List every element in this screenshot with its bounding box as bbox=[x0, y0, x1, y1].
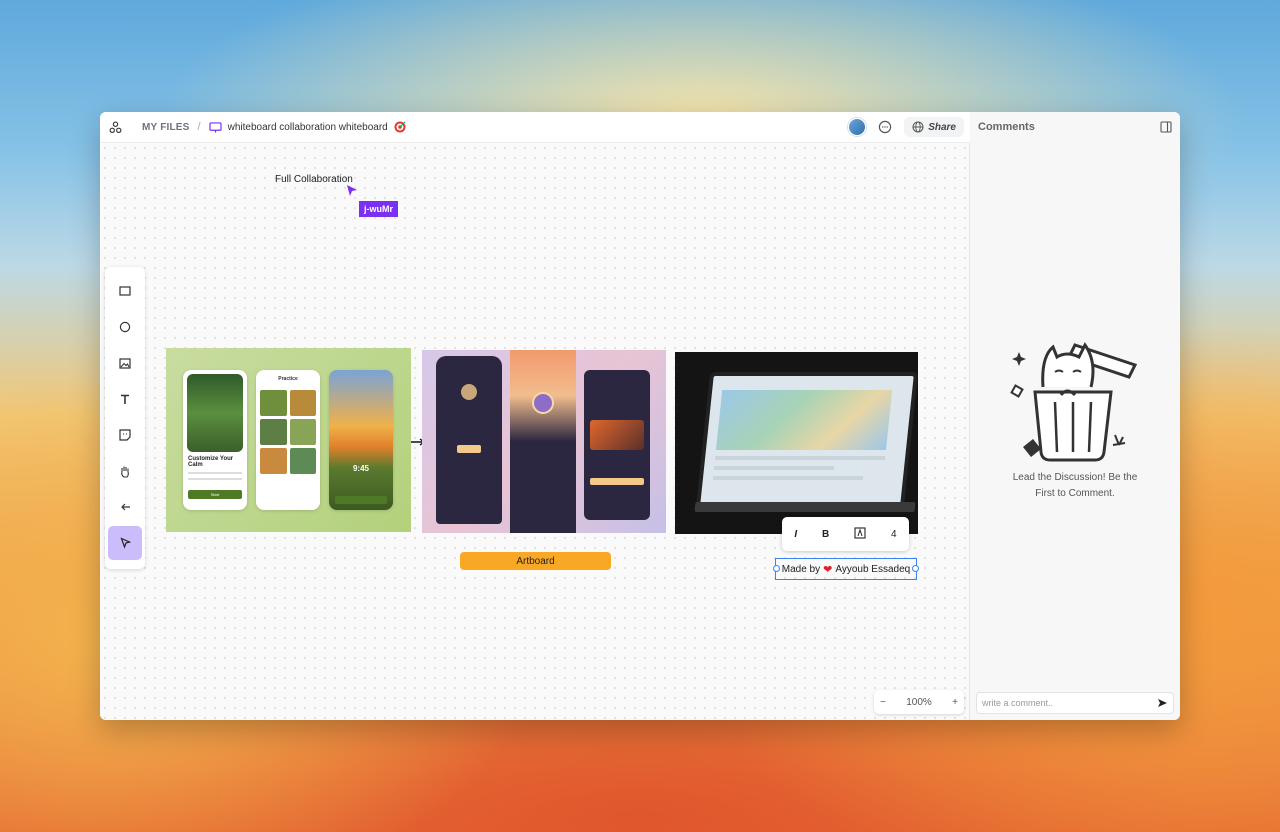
target-icon bbox=[394, 121, 406, 133]
collapse-panel-icon[interactable] bbox=[1160, 121, 1172, 133]
share-label: Share bbox=[928, 121, 956, 133]
drawing-toolbar bbox=[105, 267, 145, 569]
file-name: whiteboard collaboration whiteboard bbox=[227, 121, 388, 133]
mock-phone-2-title: Practice bbox=[278, 376, 298, 382]
whiteboard-canvas[interactable]: Full Collaboration j-wuMr Customize Your… bbox=[100, 143, 970, 720]
cat-in-trashcan-icon bbox=[1010, 342, 1138, 462]
breadcrumb-my-files[interactable]: MY FILES bbox=[142, 122, 190, 133]
zoom-control: − 100% + bbox=[874, 690, 964, 714]
text-style-button[interactable] bbox=[854, 526, 866, 542]
text-icon bbox=[121, 394, 129, 404]
breadcrumb-separator: / bbox=[197, 121, 201, 133]
sticky-note-tool[interactable] bbox=[108, 418, 142, 452]
rectangle-icon bbox=[119, 286, 131, 296]
resize-handle-left[interactable] bbox=[773, 565, 780, 572]
send-icon[interactable] bbox=[1157, 698, 1168, 708]
canvas-text-full-collaboration[interactable]: Full Collaboration bbox=[275, 174, 353, 185]
canvas-image-mobile-app-dark[interactable] bbox=[422, 350, 666, 533]
artboard-label[interactable]: Artboard bbox=[460, 552, 611, 570]
comments-header: Comments bbox=[970, 112, 1180, 142]
comment-input[interactable]: write a comment.. bbox=[976, 692, 1174, 714]
text-format-toolbar: I B 4 bbox=[782, 517, 909, 551]
app-logo-icon[interactable] bbox=[100, 112, 130, 142]
comment-input-placeholder: write a comment.. bbox=[982, 698, 1054, 708]
laptop-screen bbox=[695, 372, 918, 508]
user-avatar[interactable] bbox=[848, 118, 867, 136]
zoom-in-button[interactable]: + bbox=[952, 697, 958, 708]
comments-panel: Comments Lead the Discussion! Be the Fir… bbox=[970, 112, 1180, 720]
breadcrumb-current-file[interactable]: whiteboard collaboration whiteboard bbox=[209, 121, 406, 133]
canvas-image-laptop-map[interactable] bbox=[675, 352, 918, 534]
text-tool[interactable] bbox=[108, 382, 142, 416]
pointer-icon bbox=[119, 537, 131, 549]
font-size-value[interactable]: 4 bbox=[891, 529, 897, 540]
zoom-out-button[interactable]: − bbox=[880, 697, 886, 708]
remote-cursor-label: j-wuMr bbox=[359, 201, 398, 217]
top-bar: MY FILES / whiteboard collaboration whit… bbox=[100, 112, 970, 143]
mock-phone-2: Practice bbox=[256, 370, 320, 510]
laptop-base bbox=[694, 502, 916, 512]
circle-icon bbox=[119, 321, 131, 333]
mock-dark-phone-3 bbox=[584, 370, 650, 520]
mock-phone-1-button: Start bbox=[188, 490, 242, 499]
chat-icon[interactable] bbox=[874, 116, 896, 138]
resize-handle-right[interactable] bbox=[912, 565, 919, 572]
mock-phone-3: 9:45 bbox=[329, 370, 393, 510]
hand-icon bbox=[121, 466, 129, 478]
mock-dark-phone-2 bbox=[510, 350, 576, 533]
comments-title: Comments bbox=[978, 121, 1035, 133]
mock-phone-1: Customize Your Calm Start bbox=[183, 370, 247, 510]
bold-button[interactable]: B bbox=[822, 529, 829, 540]
remote-cursor-icon bbox=[347, 185, 357, 196]
heart-icon: ❤ bbox=[823, 563, 833, 576]
comments-empty-message: Lead the Discussion! Be the First to Com… bbox=[1012, 472, 1138, 499]
mock-phone-1-title: Customize Your Calm bbox=[188, 456, 234, 468]
canvas-image-mobile-app-green[interactable]: Customize Your Calm Start Practice 9:45 bbox=[166, 348, 411, 532]
mock-dark-phone-1 bbox=[436, 356, 502, 524]
selected-text-credit[interactable]: Made by ❤ Ayyoub Essadeq bbox=[773, 558, 919, 580]
sticky-note-icon bbox=[119, 429, 131, 441]
credit-prefix: Made by bbox=[781, 563, 821, 575]
credit-author: Ayyoub Essadeq bbox=[835, 563, 911, 575]
ellipse-tool[interactable] bbox=[108, 310, 142, 344]
share-button[interactable]: Share bbox=[904, 117, 964, 137]
app-window: MY FILES / whiteboard collaboration whit… bbox=[100, 112, 1180, 720]
text-style-icon bbox=[854, 526, 866, 539]
hand-tool[interactable] bbox=[108, 454, 142, 488]
arrow-tool[interactable] bbox=[108, 490, 142, 524]
select-tool[interactable] bbox=[108, 526, 142, 560]
whiteboard-icon bbox=[209, 121, 222, 133]
zoom-level: 100% bbox=[906, 696, 932, 708]
image-tool[interactable] bbox=[108, 346, 142, 380]
globe-icon bbox=[912, 121, 924, 133]
arrow-left-icon bbox=[121, 503, 130, 511]
forest-image bbox=[187, 374, 243, 452]
rectangle-tool[interactable] bbox=[108, 274, 142, 308]
image-icon bbox=[119, 357, 131, 369]
mock-phone-3-time: 9:45 bbox=[352, 464, 369, 473]
italic-button[interactable]: I bbox=[794, 529, 797, 540]
